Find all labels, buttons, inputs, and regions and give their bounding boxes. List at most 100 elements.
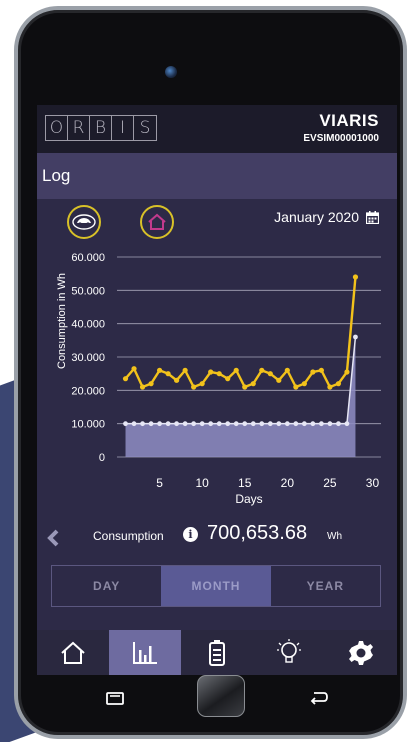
data-point bbox=[259, 421, 265, 427]
date-picker[interactable]: January 2020 bbox=[274, 209, 379, 225]
data-point bbox=[208, 369, 214, 375]
data-point bbox=[139, 384, 146, 390]
y-tick-label: 30.000 bbox=[71, 352, 105, 364]
data-point bbox=[242, 384, 248, 390]
calendar-icon bbox=[366, 210, 379, 224]
data-point bbox=[182, 421, 188, 427]
tab-year[interactable]: YEAR bbox=[271, 566, 380, 606]
phone-hardware-buttons bbox=[37, 675, 397, 722]
car-filter-button[interactable] bbox=[67, 205, 101, 239]
data-point bbox=[293, 421, 299, 427]
home-filter-button[interactable] bbox=[140, 205, 174, 239]
y-axis-label: Consumption in Wh bbox=[56, 273, 68, 369]
page-title: Log bbox=[42, 166, 71, 185]
data-point bbox=[233, 367, 239, 373]
data-point bbox=[123, 421, 128, 427]
home-icon bbox=[61, 641, 85, 664]
data-point bbox=[284, 367, 290, 373]
title-bar: Log bbox=[37, 153, 397, 199]
logo-letter: R bbox=[68, 116, 90, 140]
y-tick-label: 60.000 bbox=[71, 252, 105, 264]
chart-icon bbox=[133, 641, 157, 664]
data-point bbox=[352, 274, 359, 280]
y-tick-label: 0 bbox=[99, 452, 105, 464]
consumption-value: 700,653.68 bbox=[207, 522, 308, 544]
data-point bbox=[131, 366, 137, 372]
nav-home[interactable] bbox=[37, 630, 109, 675]
x-tick-label: 10 bbox=[195, 476, 209, 490]
data-point bbox=[216, 421, 222, 427]
app-header: O R B I S VIARIS EVSIM00001000 bbox=[37, 105, 397, 153]
data-point bbox=[208, 421, 214, 427]
data-point bbox=[148, 381, 154, 387]
data-point bbox=[301, 381, 307, 387]
app-screen: O R B I S VIARIS EVSIM00001000 Log Janua… bbox=[37, 105, 397, 675]
data-point bbox=[327, 421, 333, 427]
period-tabs: DAY MONTH YEAR bbox=[51, 565, 381, 607]
data-point bbox=[199, 421, 205, 427]
date-label: January 2020 bbox=[274, 209, 359, 225]
nav-settings[interactable] bbox=[325, 630, 397, 675]
data-point bbox=[267, 371, 273, 377]
gear-icon bbox=[349, 640, 373, 665]
data-point bbox=[225, 376, 231, 382]
nav-battery[interactable] bbox=[181, 630, 253, 675]
data-point bbox=[318, 367, 324, 373]
x-axis-label: Days bbox=[235, 492, 262, 506]
data-point bbox=[148, 421, 154, 427]
data-point bbox=[250, 421, 256, 427]
data-point bbox=[174, 421, 180, 427]
nav-chart[interactable] bbox=[109, 630, 181, 675]
data-point bbox=[242, 421, 248, 427]
data-point bbox=[259, 367, 265, 373]
device-info: VIARIS EVSIM00001000 bbox=[303, 111, 379, 144]
data-point bbox=[157, 421, 162, 427]
data-point bbox=[216, 371, 222, 377]
data-point bbox=[344, 369, 350, 375]
tab-day[interactable]: DAY bbox=[52, 566, 161, 606]
consumption-unit: Wh bbox=[327, 531, 342, 542]
home-hardware-button[interactable] bbox=[197, 675, 245, 717]
data-point bbox=[353, 334, 358, 340]
data-point bbox=[276, 421, 282, 427]
data-point bbox=[140, 421, 145, 427]
data-point bbox=[165, 421, 171, 427]
data-point bbox=[122, 376, 129, 382]
menu-icon[interactable] bbox=[105, 690, 125, 706]
data-point bbox=[336, 421, 341, 427]
consumption-chart: 0 10.000 20.000 30.000 40.000 50.000 60.000 5 1… bbox=[56, 252, 381, 506]
bulb-icon bbox=[277, 638, 301, 663]
data-point bbox=[156, 367, 163, 373]
back-icon[interactable] bbox=[309, 689, 329, 707]
consumption-label: Consumption bbox=[93, 529, 164, 543]
y-tick-label: 50.000 bbox=[71, 285, 105, 297]
x-tick-label: 5 bbox=[156, 476, 163, 490]
data-point bbox=[301, 421, 307, 427]
y-tick-label: 40.000 bbox=[71, 319, 105, 331]
chevron-left-icon[interactable] bbox=[45, 528, 61, 548]
home-icon bbox=[148, 213, 166, 230]
car-icon bbox=[72, 214, 96, 230]
stage: O R B I S VIARIS EVSIM00001000 Log Janua… bbox=[0, 0, 413, 742]
data-point bbox=[267, 421, 273, 427]
data-point bbox=[310, 369, 316, 375]
x-tick-label: 15 bbox=[238, 476, 252, 490]
nav-tips[interactable] bbox=[253, 630, 325, 675]
consumption-summary: Consumption i 700,653.68 Wh bbox=[37, 513, 397, 553]
logo-letter: S bbox=[139, 118, 151, 138]
data-point bbox=[293, 384, 299, 390]
logo-letter: B bbox=[90, 116, 112, 140]
data-point bbox=[165, 371, 171, 377]
y-tick-label: 10.000 bbox=[71, 419, 105, 431]
info-icon[interactable]: i bbox=[183, 527, 198, 542]
series-area bbox=[125, 337, 356, 457]
data-point bbox=[276, 377, 282, 383]
tab-month[interactable]: MONTH bbox=[161, 566, 271, 606]
brand-name: VIARIS bbox=[319, 111, 379, 130]
data-point bbox=[182, 367, 188, 373]
data-point bbox=[250, 381, 256, 387]
data-point bbox=[318, 421, 324, 427]
y-tick-label: 20.000 bbox=[71, 385, 105, 397]
data-point bbox=[310, 421, 316, 427]
battery-icon bbox=[209, 639, 225, 666]
